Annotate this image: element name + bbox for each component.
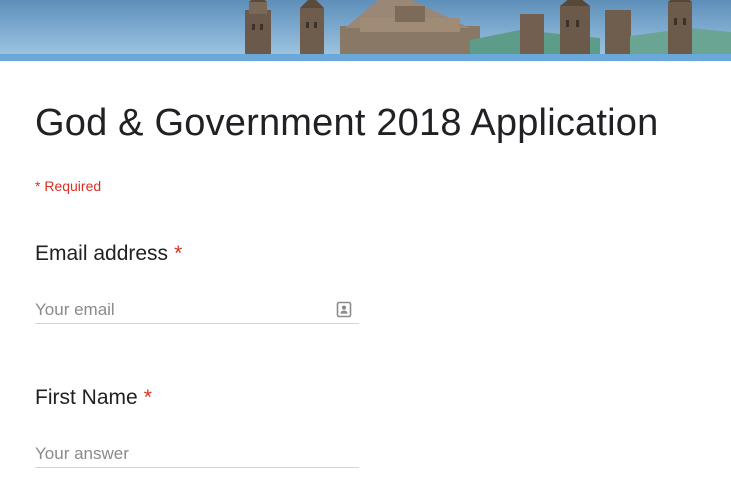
email-question-text: Email address (35, 242, 169, 265)
required-asterisk: * (143, 386, 152, 409)
email-question-label: Email address * (35, 242, 182, 266)
header-banner-image (0, 0, 731, 54)
contact-card-icon[interactable] (336, 301, 352, 318)
first-name-question-text: First Name (35, 386, 138, 409)
header-accent-bar (0, 54, 731, 61)
first-name-question-label: First Name * (35, 386, 152, 410)
form-title: God & Government 2018 Application (35, 102, 659, 144)
email-field[interactable] (35, 297, 359, 324)
required-asterisk: * (174, 242, 183, 265)
parliament-buildings-image (245, 0, 731, 54)
required-note: * Required (35, 178, 102, 194)
first-name-field[interactable] (35, 441, 359, 468)
